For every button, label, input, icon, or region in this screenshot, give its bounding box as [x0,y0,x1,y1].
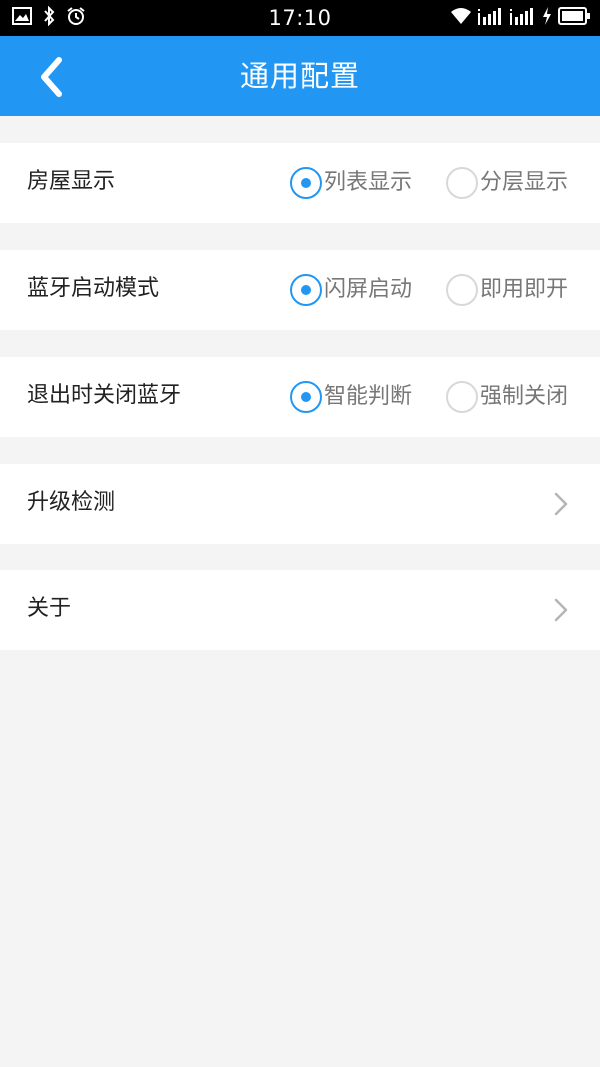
setting-row-about[interactable]: 关于 [0,570,600,650]
radio-label: 分层显示 [480,170,569,195]
setting-row-bluetooth-mode: 蓝牙启动模式 闪屏启动 即用即开 [0,250,600,330]
chevron-right-icon [554,492,568,516]
setting-row-upgrade-check[interactable]: 升级检测 [0,464,600,544]
radio-label: 即用即开 [480,277,569,302]
setting-label: 房屋显示 [27,169,116,194]
radio-label: 智能判断 [324,384,413,409]
radio-unselected-icon [446,167,478,199]
setting-row-exit-bluetooth: 退出时关闭蓝牙 智能判断 强制关闭 [0,357,600,437]
radio-label: 强制关闭 [480,384,569,409]
setting-label: 蓝牙启动模式 [27,276,160,301]
radio-selected-icon [290,167,322,199]
wifi-icon [450,8,472,28]
setting-row-house-display: 房屋显示 列表显示 分层显示 [0,143,600,223]
charging-icon [542,7,552,29]
page-title: 通用配置 [239,59,360,93]
radio-selected-icon [290,381,322,413]
signal-icon [510,7,536,29]
status-right-icons [450,7,590,29]
radio-on-demand[interactable]: 即用即开 [446,271,568,309]
battery-icon [558,7,590,29]
radio-list-display[interactable]: 列表显示 [290,164,412,202]
setting-label: 关于 [27,596,72,621]
radio-label: 列表显示 [324,170,413,195]
radio-selected-icon [290,274,322,306]
radio-unselected-icon [446,381,478,413]
radio-smart-judge[interactable]: 智能判断 [290,378,412,416]
radio-force-close[interactable]: 强制关闭 [446,378,568,416]
setting-label: 退出时关闭蓝牙 [27,383,182,408]
app-header: 通用配置 [0,36,600,116]
signal-icon [478,7,504,29]
radio-splash-start[interactable]: 闪屏启动 [290,271,412,309]
setting-label: 升级检测 [27,490,116,515]
radio-label: 闪屏启动 [324,277,413,302]
radio-unselected-icon [446,274,478,306]
status-bar: 17:10 [0,0,600,36]
chevron-right-icon [554,598,568,622]
radio-layered-display[interactable]: 分层显示 [446,164,568,202]
